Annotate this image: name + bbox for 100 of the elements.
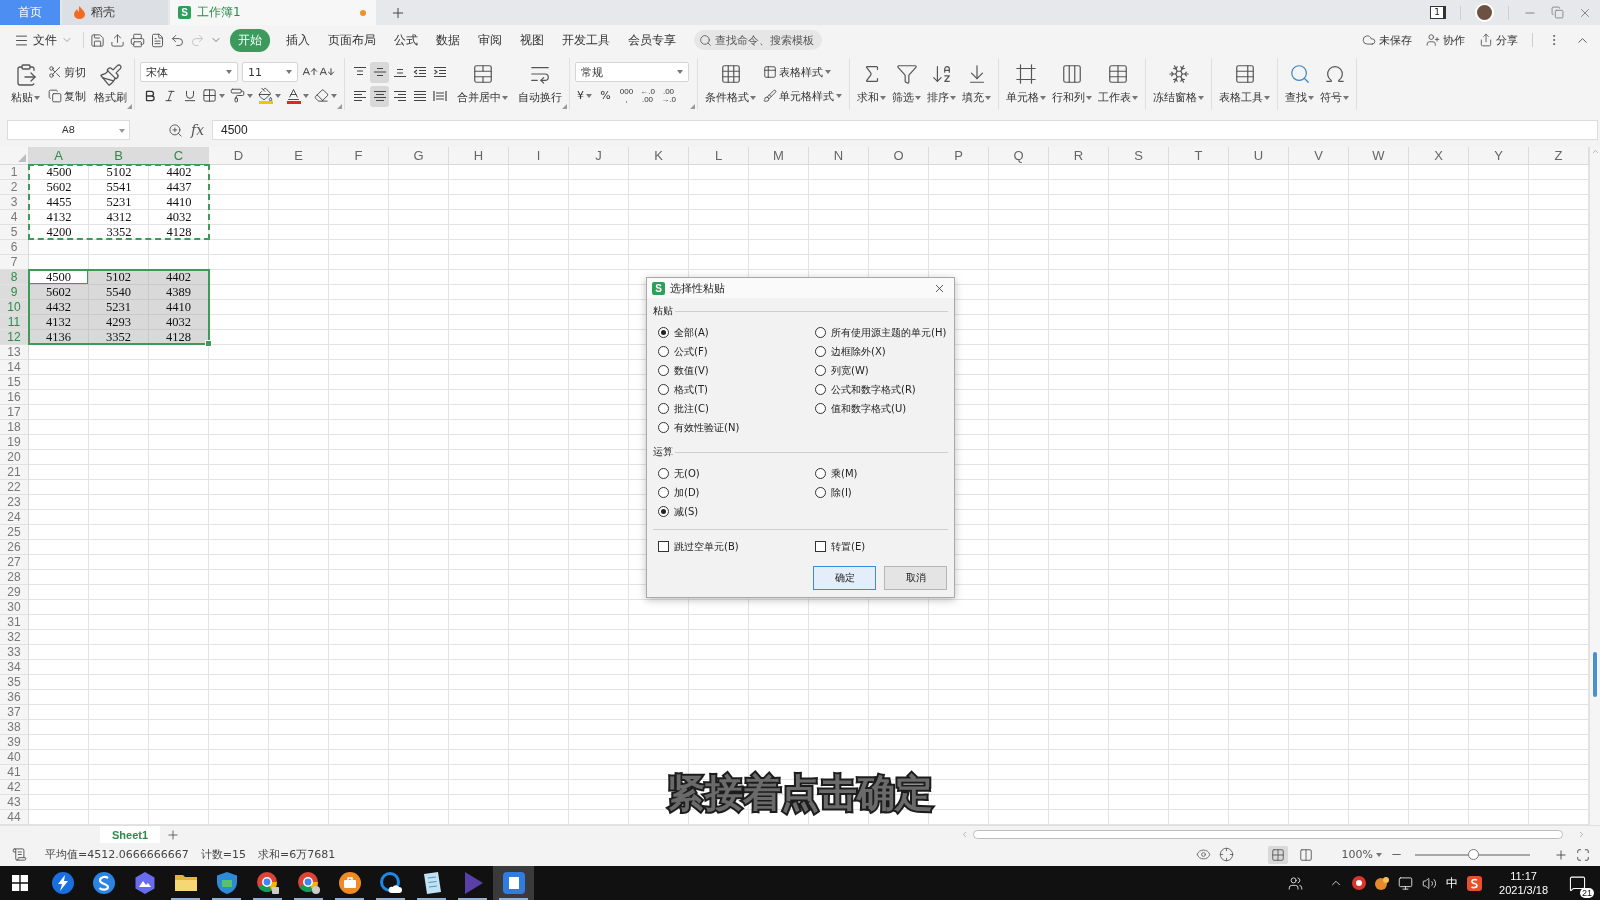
row-header[interactable]: 17 — [0, 405, 29, 420]
scroll-thumb[interactable] — [973, 830, 1563, 839]
wrap-text-button[interactable]: 自动换行 — [516, 61, 564, 107]
row-header[interactable]: 26 — [0, 540, 29, 555]
tray-app-icon[interactable] — [1375, 876, 1390, 890]
find-button[interactable]: 查找 — [1283, 61, 1316, 107]
conditional-format-button[interactable]: 条件格式 — [703, 61, 758, 107]
formula-input[interactable]: 4500 — [212, 120, 1598, 140]
column-header[interactable]: W — [1349, 147, 1409, 165]
row-header[interactable]: 38 — [0, 720, 29, 735]
taskbar-app-button[interactable] — [493, 866, 534, 900]
normal-view-button[interactable] — [1267, 845, 1288, 864]
upload-icon[interactable] — [110, 32, 125, 48]
undo-icon[interactable] — [170, 32, 185, 48]
radio-option[interactable]: 列宽(W) — [815, 361, 948, 380]
number-format-field[interactable]: 常规 — [575, 62, 689, 82]
sum-button[interactable]: 求和 — [855, 61, 888, 107]
ok-button[interactable]: 确定 — [813, 566, 876, 590]
row-header[interactable]: 13 — [0, 345, 29, 360]
font-size-field[interactable]: 11 — [242, 62, 298, 82]
row-header[interactable]: 3 — [0, 195, 29, 210]
column-header[interactable]: V — [1289, 147, 1349, 165]
scroll-icon[interactable] — [12, 847, 27, 862]
thousands-button[interactable]: 000 , — [617, 85, 636, 106]
radio-option[interactable]: 格式(T) — [658, 380, 815, 399]
vertical-scrollbar[interactable] — [1589, 147, 1600, 825]
checkbox-option[interactable]: 跳过空单元(B) — [658, 537, 815, 556]
people-icon[interactable] — [1288, 875, 1304, 891]
radio-option[interactable]: 批注(C) — [658, 399, 815, 418]
column-header[interactable]: F — [329, 147, 389, 165]
launcher-icon[interactable] — [562, 104, 567, 109]
ribbon-tab[interactable]: 公式 — [386, 28, 426, 52]
row-header[interactable]: 7 — [0, 255, 29, 270]
tab[interactable]: S 工作簿1 — [170, 0, 376, 25]
row-header[interactable]: 43 — [0, 795, 29, 810]
row-header[interactable]: 31 — [0, 615, 29, 630]
merge-center-button[interactable]: 合并居中 — [455, 61, 510, 107]
sheet-tab[interactable]: Sheet1 — [100, 826, 160, 843]
row-header[interactable]: 5 — [0, 225, 29, 240]
row-header[interactable]: 35 — [0, 675, 29, 690]
worksheet-button[interactable]: 工作表 — [1096, 61, 1140, 107]
row-header[interactable]: 12 — [0, 330, 29, 345]
share-button[interactable]: 分享 — [1479, 32, 1518, 48]
command-search-field[interactable]: 查找命令、搜索模板 — [694, 30, 822, 50]
insert-function-button[interactable]: fx — [191, 122, 205, 138]
column-header[interactable]: A — [29, 147, 89, 165]
radio-option[interactable]: 无(O) — [658, 464, 815, 483]
tab[interactable]: 首页 — [0, 0, 60, 25]
launcher-icon[interactable] — [337, 104, 342, 109]
ribbon-tab[interactable]: 会员专享 — [620, 28, 684, 52]
row-header[interactable]: 2 — [0, 180, 29, 195]
row-header[interactable]: 32 — [0, 630, 29, 645]
table-tools-button[interactable]: 表格工具 — [1217, 61, 1272, 107]
row-header[interactable]: 33 — [0, 645, 29, 660]
ribbon-tab[interactable]: 审阅 — [470, 28, 510, 52]
rows-columns-button[interactable]: 行和列 — [1050, 61, 1094, 107]
paste-button[interactable]: 粘贴 — [9, 61, 42, 107]
row-header[interactable]: 34 — [0, 660, 29, 675]
row-header[interactable]: 19 — [0, 435, 29, 450]
freeze-panes-button[interactable]: 冻结窗格 — [1151, 61, 1206, 107]
row-header[interactable]: 29 — [0, 585, 29, 600]
row-header[interactable]: 23 — [0, 495, 29, 510]
radio-option[interactable]: 公式(F) — [658, 342, 815, 361]
row-header[interactable]: 25 — [0, 525, 29, 540]
radio-option[interactable]: 除(I) — [815, 483, 948, 502]
cell-style-button[interactable]: 单元格样式 — [761, 85, 844, 107]
column-header[interactable]: I — [509, 147, 569, 165]
ribbon-tab[interactable]: 开始 — [230, 28, 270, 52]
row-header[interactable]: 28 — [0, 570, 29, 585]
font-name-field[interactable]: 宋体 — [140, 62, 238, 82]
column-header[interactable]: J — [569, 147, 629, 165]
ribbon-tab[interactable]: 页面布局 — [320, 28, 384, 52]
column-header[interactable]: D — [209, 147, 269, 165]
print-icon[interactable] — [130, 32, 145, 48]
radio-option[interactable]: 减(S) — [658, 502, 815, 521]
column-header[interactable]: T — [1169, 147, 1229, 165]
column-header[interactable]: H — [449, 147, 509, 165]
row-header[interactable]: 16 — [0, 390, 29, 405]
radio-option[interactable]: 有效性验证(N) — [658, 418, 815, 437]
currency-button[interactable]: ¥ — [575, 85, 594, 106]
radio-option[interactable]: 边框除外(X) — [815, 342, 948, 361]
row-header[interactable]: 40 — [0, 750, 29, 765]
column-header[interactable]: E — [269, 147, 329, 165]
fill-button[interactable]: 填充 — [960, 61, 993, 107]
fill-color-button[interactable] — [256, 85, 283, 106]
row-header[interactable]: 14 — [0, 360, 29, 375]
volume-icon[interactable] — [1422, 875, 1438, 891]
tab[interactable]: 稻壳 — [62, 0, 168, 25]
collaborate-button[interactable]: 协作 — [1426, 32, 1465, 48]
row-header[interactable]: 11 — [0, 315, 29, 330]
remove-decimal-button[interactable]: .00 →.0 — [659, 85, 678, 106]
column-header[interactable]: Y — [1469, 147, 1529, 165]
window-count-button[interactable]: 1 — [1430, 6, 1446, 19]
fullscreen-icon[interactable] — [1576, 847, 1590, 862]
row-header[interactable]: 21 — [0, 465, 29, 480]
filter-button[interactable]: 筛选 — [890, 61, 923, 107]
column-header[interactable]: B — [89, 147, 149, 165]
cancel-button[interactable]: 取消 — [884, 566, 947, 590]
row-header[interactable]: 4 — [0, 210, 29, 225]
launcher-icon[interactable] — [690, 104, 695, 109]
